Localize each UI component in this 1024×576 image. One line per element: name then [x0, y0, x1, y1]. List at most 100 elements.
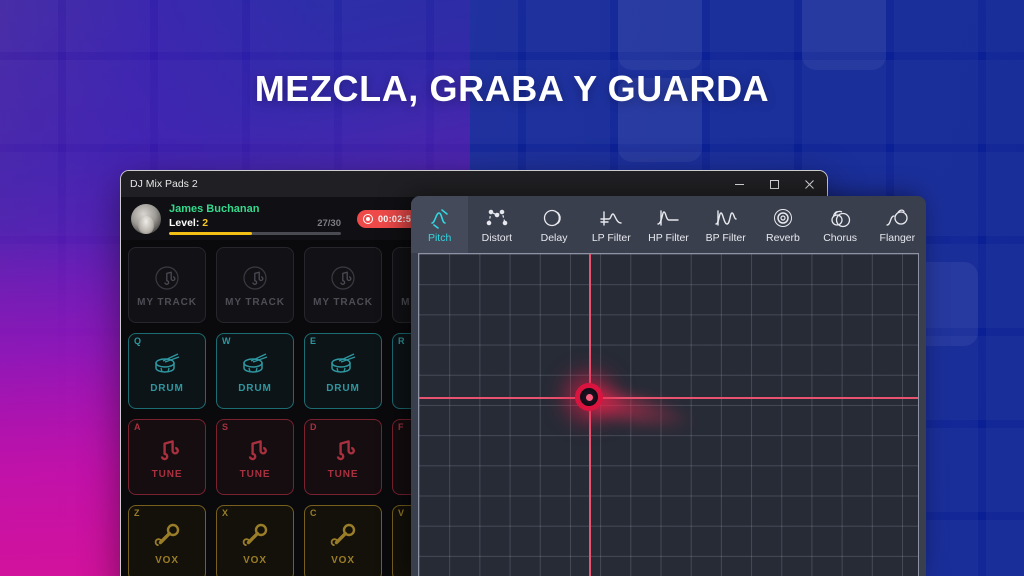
tab-label: Delay: [540, 231, 568, 244]
pad-label: VOX: [155, 554, 179, 566]
pad-vox[interactable]: C VOX: [304, 505, 382, 576]
tab-label: BP Filter: [705, 231, 746, 244]
pad-label: TUNE: [327, 468, 359, 480]
tab-label: Pitch: [427, 231, 452, 244]
music-note-circle-icon: [330, 263, 356, 293]
pad-drum[interactable]: W DRUM: [216, 333, 294, 409]
pad-key: C: [310, 508, 317, 518]
tab-label: LP Filter: [591, 231, 631, 244]
user-xp-counter: 27/30: [317, 217, 341, 229]
pad-key: F: [398, 422, 404, 432]
pad-label: DRUM: [150, 382, 184, 394]
drum-icon: [152, 349, 182, 379]
pad-label: MY TRACK: [137, 296, 197, 308]
tab-hp-filter[interactable]: HP Filter: [640, 196, 697, 253]
music-note-icon: [155, 435, 179, 465]
effects-panel: Pitch Distort Delay LP Filter HP Filter: [411, 196, 926, 576]
tab-chorus[interactable]: Chorus: [812, 196, 869, 253]
distort-nodes-icon: [486, 206, 508, 230]
pad-my-track[interactable]: MY TRACK: [216, 247, 294, 323]
reverb-circles-icon: [772, 206, 794, 230]
window-title: DJ Mix Pads 2: [130, 178, 198, 190]
xy-crosshair-vertical: [589, 254, 591, 576]
pad-key: V: [398, 508, 405, 518]
window-titlebar: DJ Mix Pads 2: [121, 171, 827, 197]
pad-key: S: [222, 422, 229, 432]
drum-icon: [328, 349, 358, 379]
tab-label: Flanger: [879, 231, 916, 244]
record-icon: [363, 213, 373, 224]
pad-key: Z: [134, 508, 140, 518]
user-level-value: 2: [202, 216, 209, 229]
pad-tune[interactable]: A TUNE: [128, 419, 206, 495]
pad-key: E: [310, 336, 317, 346]
tab-delay[interactable]: Delay: [525, 196, 582, 253]
highpass-curve-icon: [656, 206, 680, 230]
pad-vox[interactable]: X VOX: [216, 505, 294, 576]
pad-my-track[interactable]: MY TRACK: [304, 247, 382, 323]
user-level: Level: 2: [169, 217, 208, 229]
maximize-button[interactable]: [757, 171, 792, 197]
window-controls: [722, 171, 827, 197]
tab-lp-filter[interactable]: LP Filter: [583, 196, 640, 253]
user-level-label: Level:: [169, 216, 200, 229]
xy-crosshair-horizontal: [419, 397, 918, 399]
music-note-icon: [331, 435, 355, 465]
pad-label: DRUM: [326, 382, 360, 394]
flanger-curve-icon: [885, 206, 909, 230]
user-info: James Buchanan Level: 2 27/30: [169, 203, 341, 235]
tab-distort[interactable]: Distort: [468, 196, 525, 253]
tab-label: HP Filter: [648, 231, 689, 244]
pad-label: VOX: [331, 554, 355, 566]
effects-toolbar: Pitch Distort Delay LP Filter HP Filter: [411, 196, 926, 253]
pad-drum[interactable]: Q DRUM: [128, 333, 206, 409]
drum-icon: [240, 349, 270, 379]
pad-key: D: [310, 422, 317, 432]
page-title: MEZCLA, GRABA Y GUARDA: [254, 68, 770, 109]
bandpass-curve-icon: [714, 206, 738, 230]
xp-progress-track: [169, 231, 341, 235]
xp-progress-fill: [169, 231, 252, 235]
pad-vox[interactable]: Z VOX: [128, 505, 206, 576]
pad-label: TUNE: [151, 468, 183, 480]
tab-reverb[interactable]: Reverb: [754, 196, 811, 253]
pad-key: W: [222, 336, 231, 346]
user-name: James Buchanan: [169, 202, 260, 215]
avatar[interactable]: [131, 203, 161, 234]
xy-pad-handle[interactable]: [575, 383, 603, 411]
pad-label: VOX: [243, 554, 267, 566]
music-note-circle-icon: [242, 263, 268, 293]
lowpass-curve-icon: [599, 206, 623, 230]
pad-key: A: [134, 422, 141, 432]
tab-label: Reverb: [765, 231, 800, 244]
microphone-icon: [153, 521, 181, 551]
pad-label: DRUM: [238, 382, 272, 394]
music-note-circle-icon: [154, 263, 180, 293]
background-tile-highlight: [618, 0, 702, 70]
tab-bp-filter[interactable]: BP Filter: [697, 196, 754, 253]
background-tile-highlight: [802, 0, 886, 70]
microphone-icon: [241, 521, 269, 551]
microphone-icon: [329, 521, 357, 551]
pad-key: R: [398, 336, 405, 346]
pad-key: X: [222, 508, 229, 518]
tab-label: Distort: [481, 231, 512, 244]
pad-my-track[interactable]: MY TRACK: [128, 247, 206, 323]
pad-label: TUNE: [239, 468, 271, 480]
xy-control-pad[interactable]: [418, 253, 919, 576]
music-note-icon: [243, 435, 267, 465]
pad-drum[interactable]: E DRUM: [304, 333, 382, 409]
pad-tune[interactable]: D TUNE: [304, 419, 382, 495]
tab-label: Chorus: [823, 231, 858, 244]
close-button[interactable]: [792, 171, 827, 197]
tab-pitch[interactable]: Pitch: [411, 196, 469, 253]
pad-label: MY TRACK: [225, 296, 285, 308]
delay-circles-icon: [543, 206, 565, 230]
pad-key: Q: [134, 336, 142, 346]
chorus-circles-icon: [828, 206, 852, 230]
pad-label: MY TRACK: [313, 296, 373, 308]
minimize-button[interactable]: [722, 171, 757, 197]
pitch-curve-icon: [429, 206, 451, 230]
pad-tune[interactable]: S TUNE: [216, 419, 294, 495]
tab-flanger[interactable]: Flanger: [869, 196, 926, 253]
